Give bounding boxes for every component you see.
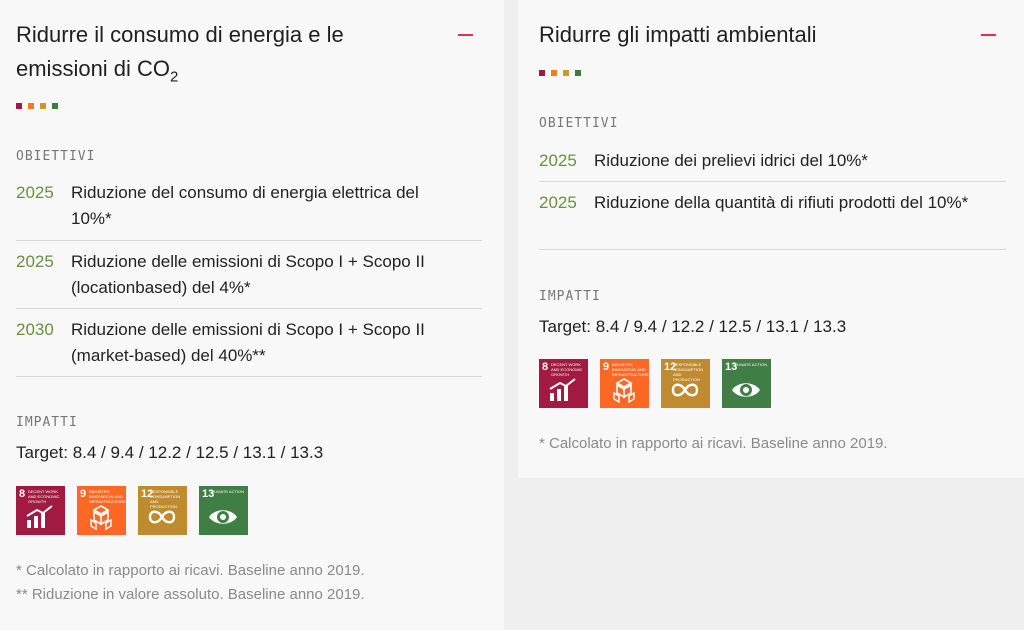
sdg-number: 9 (603, 361, 610, 373)
card-energy-emissions: Ridurre il consumo di energia e le emiss… (0, 0, 504, 630)
target-text: Target: 8.4 / 9.4 / 12.2 / 12.5 / 13.1 /… (539, 317, 847, 336)
sdg-number: 8 (19, 488, 26, 500)
title-line-2: emissioni di CO (16, 56, 171, 81)
goal-text: Riduzione della quantità di rifiuti prod… (594, 193, 969, 212)
footnote-2: ** Riduzione in valore assoluto. Baselin… (16, 586, 365, 603)
sdg-number: 9 (80, 488, 87, 500)
title-subscript: 2 (170, 68, 179, 86)
color-dots (16, 103, 58, 109)
goal-year: 2030 (16, 320, 54, 339)
impacts-label: IMPATTI (16, 415, 78, 430)
footnote-1: * Calcolato in rapporto ai ricavi. Basel… (16, 562, 365, 579)
sdg-caption: Climate action (734, 362, 768, 367)
objectives-label: OBIETTIVI (539, 116, 619, 131)
card-title: Ridurre il consumo di energia e le emiss… (16, 18, 436, 94)
goal-item: 2025 Riduzione delle emissioni di Scopo … (16, 241, 482, 309)
goal-year: 2025 (16, 252, 54, 271)
sdg-12-icon: 12 Responsible consumption and productio… (661, 359, 710, 408)
dot-2 (28, 103, 34, 109)
goal-year: 2025 (539, 193, 577, 212)
sdg-caption: Industry, innovation and infrastructure (612, 362, 649, 377)
dot-3 (563, 70, 569, 76)
sdg-caption: Climate action (211, 489, 245, 494)
sdg-caption: Decent work and economic growth (28, 489, 60, 504)
impacts-label: IMPATTI (539, 289, 601, 304)
dot-2 (551, 70, 557, 76)
cubes-icon (613, 378, 635, 403)
cubes-icon (90, 505, 112, 530)
collapse-icon[interactable] (458, 34, 473, 36)
goal-year: 2025 (16, 183, 54, 202)
sdg-9-icon: 9 Industry, innovation and infrastructur… (77, 486, 126, 535)
goal-text: Riduzione delle emissioni di Scopo I + S… (71, 252, 425, 297)
goal-item: 2025 Riduzione dei prelievi idrici del 1… (539, 146, 1006, 182)
sdg-icons-row: 8 Decent work and economic growth 9 Indu… (16, 486, 248, 535)
eye-globe-icon (732, 383, 760, 397)
collapse-icon[interactable] (981, 34, 996, 36)
goal-text: Riduzione dei prelievi idrici del 10%* (594, 151, 869, 170)
footnote-1: * Calcolato in rapporto ai ricavi. Basel… (539, 435, 888, 452)
dot-3 (40, 103, 46, 109)
goal-year: 2025 (539, 151, 577, 170)
sdg-13-icon: 13 Climate action (722, 359, 771, 408)
sdg-8-icon: 8 Decent work and economic growth (16, 486, 65, 535)
card-environmental-impacts: Ridurre gli impatti ambientali OBIETTIVI… (518, 0, 1024, 478)
infinity-icon (671, 383, 699, 397)
sdg-13-icon: 13 Climate action (199, 486, 248, 535)
target-text: Target: 8.4 / 9.4 / 12.2 / 12.5 / 13.1 /… (16, 443, 324, 462)
sdg-icons-row: 8 Decent work and economic growth 9 Indu… (539, 359, 771, 408)
dot-1 (16, 103, 22, 109)
title-line-1: Ridurre il consumo di energia e le (16, 22, 344, 47)
sdg-caption: Decent work and economic growth (551, 362, 583, 377)
dot-1 (539, 70, 545, 76)
objectives-label: OBIETTIVI (16, 149, 96, 164)
color-dots (539, 70, 581, 76)
card-title: Ridurre gli impatti ambientali (539, 22, 817, 47)
goal-item: 2025 Riduzione del consumo di energia el… (16, 176, 482, 241)
goals-list: 2025 Riduzione del consumo di energia el… (16, 176, 482, 377)
sdg-9-icon: 9 Industry, innovation and infrastructur… (600, 359, 649, 408)
sdg-caption: Industry, innovation and infrastructure (89, 489, 126, 504)
dot-4 (575, 70, 581, 76)
goals-list: 2025 Riduzione dei prelievi idrici del 1… (539, 146, 1006, 250)
goal-text: Riduzione delle emissioni di Scopo I + S… (71, 320, 425, 365)
growth-chart-icon (549, 378, 576, 401)
infinity-icon (148, 510, 176, 524)
sdg-12-icon: 12 Responsible consumption and productio… (138, 486, 187, 535)
growth-chart-icon (26, 505, 53, 528)
sdg-number: 8 (542, 361, 549, 373)
eye-globe-icon (209, 510, 237, 524)
sdg-8-icon: 8 Decent work and economic growth (539, 359, 588, 408)
goal-text: Riduzione del consumo di energia elettri… (71, 183, 419, 228)
dot-4 (52, 103, 58, 109)
goal-item: 2030 Riduzione delle emissioni di Scopo … (16, 309, 482, 377)
goal-item: 2025 Riduzione della quantità di rifiuti… (539, 182, 1006, 250)
